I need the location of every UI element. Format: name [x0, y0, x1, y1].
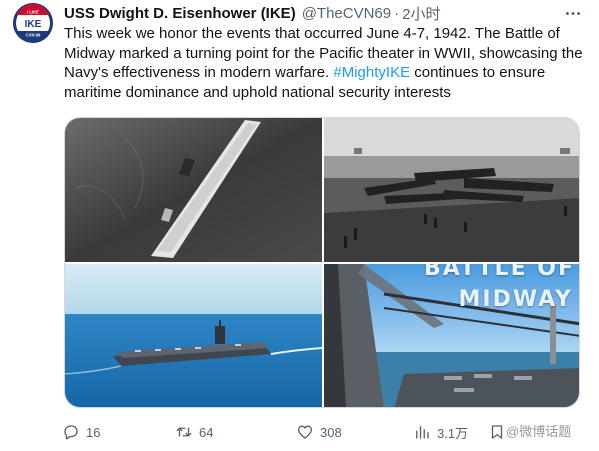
retweet-count: 64 [199, 424, 214, 440]
avatar-logo: I LIKE IKE CVN 69 [13, 3, 53, 43]
more-options-button[interactable] [560, 3, 586, 23]
views-icon [416, 426, 429, 439]
views-button[interactable]: 3.1万 [413, 418, 468, 446]
tweet-actions: 16 64 308 3.1万 @微博话题 [58, 418, 598, 446]
photo-deck-planes-image [324, 118, 579, 262]
reply-icon [64, 425, 78, 440]
account-handle[interactable]: @TheCVN69 [302, 5, 391, 22]
tweet-header: USS Dwight D. Eisenhower (IKE) @TheCVN69… [64, 3, 440, 23]
heart-icon [297, 425, 313, 439]
hashtag-link[interactable]: #MightyIKE [333, 64, 410, 81]
photo-aerial-carrier-image [65, 118, 322, 262]
like-button[interactable]: 308 [296, 418, 342, 446]
account-name[interactable]: USS Dwight D. Eisenhower (IKE) [64, 5, 296, 22]
tweet-timestamp[interactable]: 2小时 [402, 3, 440, 24]
weibo-watermark: @微博话题 [506, 424, 572, 439]
overlay-title-line2: MIDWAY [458, 287, 573, 312]
overlay-title-line1: BATTLE OF [423, 264, 575, 281]
reply-button[interactable]: 16 [62, 418, 100, 446]
avatar-text-top: I LIKE [27, 10, 39, 15]
avatar-text-bottom: CVN 69 [26, 33, 41, 38]
photo-bridge-view-image [324, 264, 579, 407]
retweet-icon [176, 427, 192, 437]
media-grid: BATTLE OF MIDWAY [64, 117, 580, 408]
tweet-text: This week we honor the events that occur… [64, 24, 584, 102]
photo-bridge-view[interactable]: BATTLE OF MIDWAY [324, 264, 579, 407]
photo-modern-carrier-image [65, 264, 322, 407]
more-icon [565, 11, 581, 15]
avatar-text-main: IKE [25, 19, 42, 30]
header-separator: · [394, 4, 400, 22]
avatar[interactable]: I LIKE IKE CVN 69 [13, 3, 53, 43]
retweet-button[interactable]: 64 [175, 418, 213, 446]
photo-deck-planes[interactable] [324, 118, 579, 262]
views-count: 3.1万 [437, 425, 469, 441]
reply-count: 16 [86, 424, 101, 440]
bookmark-icon [491, 425, 503, 439]
like-count: 308 [320, 424, 342, 440]
photo-aerial-carrier[interactable] [65, 118, 322, 262]
photo-modern-carrier[interactable] [65, 264, 322, 407]
